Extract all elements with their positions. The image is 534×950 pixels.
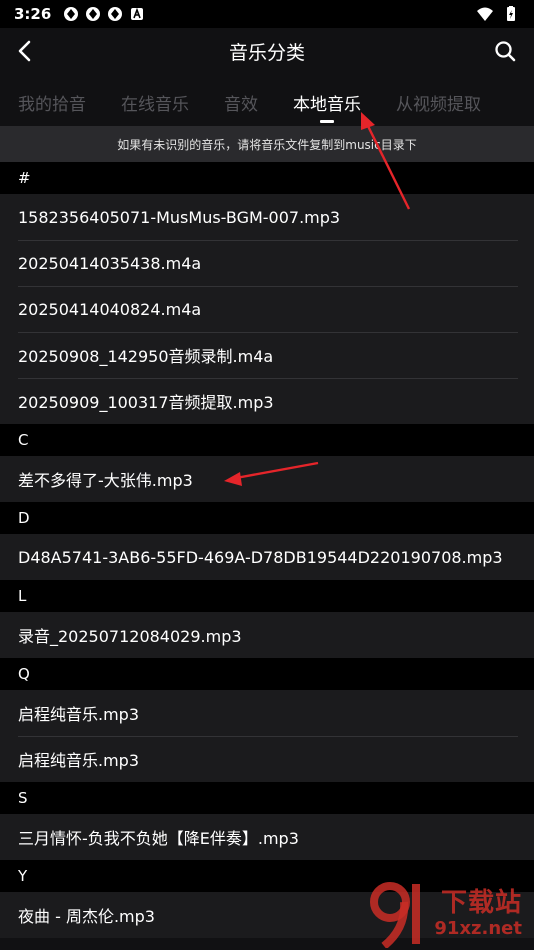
watermark-url: 91xz.net [434,918,522,939]
section-header: L [0,580,534,612]
tab-online-music[interactable]: 在线音乐 [121,74,189,115]
music-item[interactable]: 20250908_142950音频录制.m4a [0,332,534,378]
music-item[interactable]: 20250414040824.m4a [0,286,534,332]
app-notification-icon [108,7,123,21]
section-header: D [0,502,534,534]
app-notification-icon [86,7,101,21]
music-item[interactable]: 20250414035438.m4a [0,240,534,286]
app-a-icon [131,7,144,20]
active-tab-indicator [320,120,334,123]
music-item[interactable]: 1582356405071-MusMus-BGM-007.mp3 [0,194,534,240]
category-tabs: 我的拾音 在线音乐 音效 本地音乐 从视频提取 [0,74,534,126]
search-button[interactable] [490,36,520,66]
back-button[interactable] [10,36,40,66]
app-notification-icon [64,7,79,21]
watermark: 下载站 91xz.net [360,878,530,948]
watermark-logo-icon [370,882,420,948]
tab-local-music[interactable]: 本地音乐 [293,74,361,123]
tab-extract-from-video[interactable]: 从视频提取 [396,74,481,115]
watermark-name: 下载站 [440,888,522,918]
music-item[interactable]: 20250909_100317音频提取.mp3 [0,378,534,424]
music-item[interactable]: 录音_20250712084029.mp3 [0,612,534,658]
status-bar: 3:26 [0,0,534,28]
section-header: S [0,782,534,814]
music-item[interactable]: 启程纯音乐.mp3 [0,736,534,782]
tab-my-sounds[interactable]: 我的拾音 [18,74,86,115]
tab-sound-effects[interactable]: 音效 [224,74,258,115]
notification-icons [63,6,145,22]
notice-banner: 如果有未识别的音乐，请将音乐文件复制到music目录下 [0,126,534,162]
music-item[interactable]: D48A5741-3AB6-55FD-469A-D78DB19544D22019… [0,534,534,580]
notice-text: 如果有未识别的音乐，请将音乐文件复制到music目录下 [117,137,417,152]
search-icon [495,41,516,62]
music-item[interactable]: 差不多得了-大张伟.mp3 [0,456,534,502]
music-item[interactable]: 启程纯音乐.mp3 [0,690,534,736]
page-title: 音乐分类 [228,41,305,64]
app-header: 音乐分类 [0,28,534,74]
section-header: C [0,424,534,456]
music-item[interactable]: 三月情怀-负我不负她【降E伴奏】.mp3 [0,814,534,860]
status-time: 3:26 [14,5,52,23]
section-header: Q [0,658,534,690]
system-icons [476,6,520,22]
wifi-icon [477,7,493,21]
battery-icon [507,6,515,21]
music-list: # 1582356405071-MusMus-BGM-007.mp3 20250… [0,162,534,938]
section-header: # [0,162,534,194]
chevron-left-icon [18,40,31,62]
